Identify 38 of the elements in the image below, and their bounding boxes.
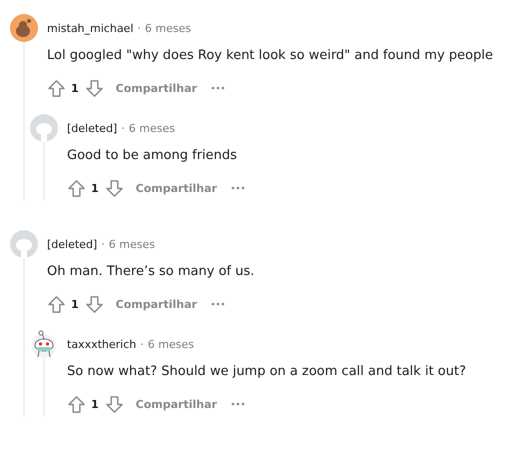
share-button[interactable]: Compartilhar [116,82,197,94]
more-icon[interactable] [210,302,225,306]
comment-text: So now what? Should we jump on a zoom call and talk it out? [67,363,467,381]
downvote-icon[interactable] [104,178,124,198]
vote-count: 1 [91,182,99,194]
upvote-icon[interactable] [47,78,66,98]
vote-count: 1 [71,82,79,94]
share-button[interactable]: Compartilhar [116,298,197,310]
separator-dot: · [137,22,141,34]
timestamp[interactable]: 6 meses [128,122,175,134]
share-button[interactable]: Compartilhar [136,182,217,194]
downvote-icon[interactable] [84,78,104,98]
timestamp[interactable]: 6 meses [144,22,192,34]
username[interactable]: [deleted] [67,122,118,134]
more-icon[interactable] [230,186,245,190]
downvote-icon[interactable] [84,294,104,314]
more-icon[interactable] [210,86,225,90]
comment-text: Good to be among friends [67,147,238,165]
username[interactable]: mistah_michael [47,22,134,34]
timestamp[interactable]: 6 meses [108,238,155,250]
share-button[interactable]: Compartilhar [136,398,217,410]
upvote-icon[interactable] [47,294,66,314]
comment-text: Lol googled "why does Roy kent look so weird" and found my people [47,47,494,65]
downvote-icon[interactable] [104,394,124,414]
username[interactable]: [deleted] [47,238,98,250]
comment-text: Oh man. There’s so many of us. [47,263,256,281]
avatar-icon[interactable] [30,330,58,358]
vote-count: 1 [71,298,79,310]
separator-dot: · [140,338,144,350]
upvote-icon[interactable] [67,178,86,198]
separator-dot: · [121,122,125,134]
upvote-icon[interactable] [67,394,86,414]
timestamp[interactable]: 6 meses [148,338,194,350]
more-icon[interactable] [230,402,245,406]
username[interactable]: taxxxtherich [67,338,136,350]
avatar-icon[interactable] [10,14,38,42]
vote-count: 1 [91,398,99,410]
separator-dot: · [101,238,105,250]
